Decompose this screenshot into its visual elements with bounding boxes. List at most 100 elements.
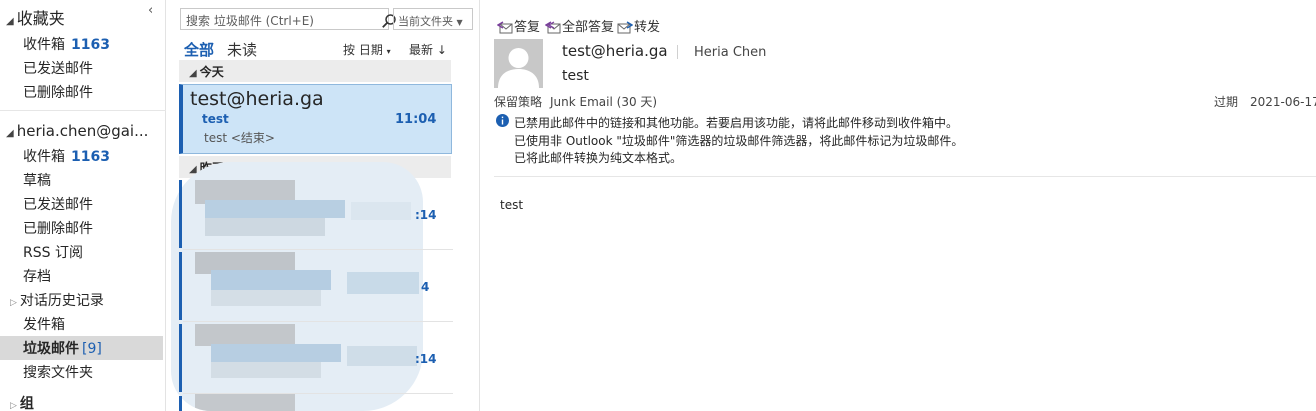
info-icon [496,114,509,127]
info-bar-line: 已将此邮件转换为纯文本格式。 [514,151,683,165]
retention-value: Junk Email (30 天) [550,95,658,109]
expand-triangle-icon: ◢ [6,128,14,139]
unread-count: [9] [82,341,102,357]
divider [183,321,453,322]
unread-count: 1163 [71,149,110,165]
folder-junk-email[interactable]: 垃圾邮件 [9] [23,338,102,358]
sort-order-toggle[interactable]: 最新 ↓ [409,41,447,58]
search-placeholder: 搜索 垃圾邮件 (Ctrl+E) [186,14,314,28]
groups-header[interactable]: ▷ 组 [10,393,34,411]
collapsed-triangle-icon: ▷ [10,298,17,308]
collapsed-triangle-icon: ▷ [10,401,17,411]
search-scope-label: 当前文件夹 [398,15,453,28]
account-header[interactable]: ◢ heria.chen@gai... [6,122,148,140]
group-header-today[interactable]: ◢ 今天 [179,60,451,82]
divider [494,176,1316,177]
reply-icon [496,21,513,34]
folder-rss[interactable]: RSS 订阅 [23,242,83,262]
folder-label: RSS 订阅 [23,245,83,261]
message-time-partial: :14 [415,208,437,222]
unread-indicator [179,252,182,320]
folder-label: 垃圾邮件 [23,341,79,357]
reading-pane: 答复 全部答复 转发 test@heria.ga Heria Chen test… [481,0,1316,411]
folder-label: 已删除邮件 [23,221,93,237]
expiry-date: 2021-06-17 [1250,95,1316,109]
avatar [494,39,543,88]
expand-triangle-icon: ◢ [189,68,197,79]
account-name: heria.chen@gai... [16,122,149,140]
folder-drafts[interactable]: 草稿 [23,170,51,190]
divider [183,249,453,250]
info-bar-line[interactable]: 已禁用此邮件中的链接和其他功能。若要启用该功能，请将此邮件移动到收件箱中。 [514,114,958,131]
info-bar-line: 已使用非 Outlook "垃圾邮件"筛选器的垃圾邮件筛选器，将此邮件标记为垃圾… [514,134,964,148]
folder-label: 已删除邮件 [23,85,93,101]
arrow-down-icon: ↓ [436,43,447,57]
unread-count: 1163 [71,37,110,53]
reply-all-icon [544,21,561,34]
filter-unread-tab[interactable]: 未读 [227,39,257,60]
forward-icon [617,21,634,34]
folder-label: 发件箱 [23,317,65,333]
recipient-name[interactable]: Heria Chen [694,45,766,60]
divider [0,110,166,111]
folder-conversation-history[interactable]: ▷ 对话历史记录 [10,290,104,310]
groups-label: 组 [19,396,34,411]
folder-label: 搜索文件夹 [23,365,93,381]
message-preview: test <结束> [204,131,275,145]
folder-archive[interactable]: 存档 [23,266,51,286]
divider [183,393,453,394]
folder-inbox[interactable]: 收件箱 1163 [23,146,110,166]
reply-button[interactable]: 答复 [496,16,541,35]
unread-indicator [179,396,182,411]
dropdown-arrow-icon: ▾ [386,47,391,56]
forward-label: 转发 [634,20,661,35]
folder-outbox[interactable]: 发件箱 [23,314,65,334]
sort-order-label: 最新 [409,43,434,57]
favorites-header[interactable]: ◢ 收藏夹 [6,5,65,29]
reply-label: 答复 [514,20,541,35]
search-input[interactable]: 搜索 垃圾邮件 (Ctrl+E) [180,8,396,30]
retention-label: 保留策略 [494,95,543,109]
search-scope-dropdown[interactable]: 当前文件夹 ▼ [393,8,473,30]
folder-label: 收件箱 [23,37,65,53]
favorites-label: 收藏夹 [16,9,65,28]
folder-label: 草稿 [23,173,51,189]
message-time: 11:04 [395,112,437,127]
folder-label: 已发送邮件 [23,197,93,213]
message-time-partial: 4 [421,280,430,294]
folder-label: 对话历史记录 [19,293,104,309]
group-label: 今天 [199,65,224,79]
message-sender: test@heria.ga [190,88,324,110]
folder-deleted[interactable]: 已删除邮件 [23,218,93,238]
folder-label: 收件箱 [23,149,65,165]
dropdown-arrow-icon: ▼ [456,18,463,27]
filter-all-tab[interactable]: 全部 [184,39,214,60]
sort-by-label: 按 日期 [343,43,383,57]
expiry: 过期 2021-06-17 [1214,93,1316,110]
collapse-pane-chevron-icon[interactable]: ‹ [148,3,153,18]
message-subject-title: test [562,68,589,84]
reply-all-label: 全部答复 [562,20,615,35]
unread-indicator [179,324,182,392]
message-list-pane: 搜索 垃圾邮件 (Ctrl+E) 当前文件夹 ▼ 全部 未读 按 日期 ▾ 最新… [167,0,480,411]
expand-triangle-icon: ◢ [6,16,14,27]
folder-favorite-sent[interactable]: 已发送邮件 [23,58,93,78]
folder-label: 已发送邮件 [23,61,93,77]
message-body: test [500,198,524,212]
folder-favorite-inbox[interactable]: 收件箱 1163 [23,34,110,54]
default-person-icon [498,48,539,88]
sender-address[interactable]: test@heria.ga [562,42,668,60]
folder-pane: ◢ 收藏夹 ‹ 收件箱 1163 已发送邮件 已删除邮件 ◢ heria.chen@g… [0,0,166,411]
forward-button[interactable]: 转发 [617,16,660,35]
retention-policy: 保留策略 Junk Email (30 天) [494,93,657,110]
folder-favorite-deleted[interactable]: 已删除邮件 [23,82,93,102]
redacted-message-region [171,162,423,411]
expiry-label: 过期 [1214,95,1239,109]
message-time-partial: :14 [415,352,437,366]
folder-sent[interactable]: 已发送邮件 [23,194,93,214]
reply-all-button[interactable]: 全部答复 [544,16,615,35]
sort-by-dropdown[interactable]: 按 日期 ▾ [343,41,391,58]
message-subject: test [202,112,229,126]
folder-search-folders[interactable]: 搜索文件夹 [23,362,93,382]
folder-label: 存档 [23,269,51,285]
